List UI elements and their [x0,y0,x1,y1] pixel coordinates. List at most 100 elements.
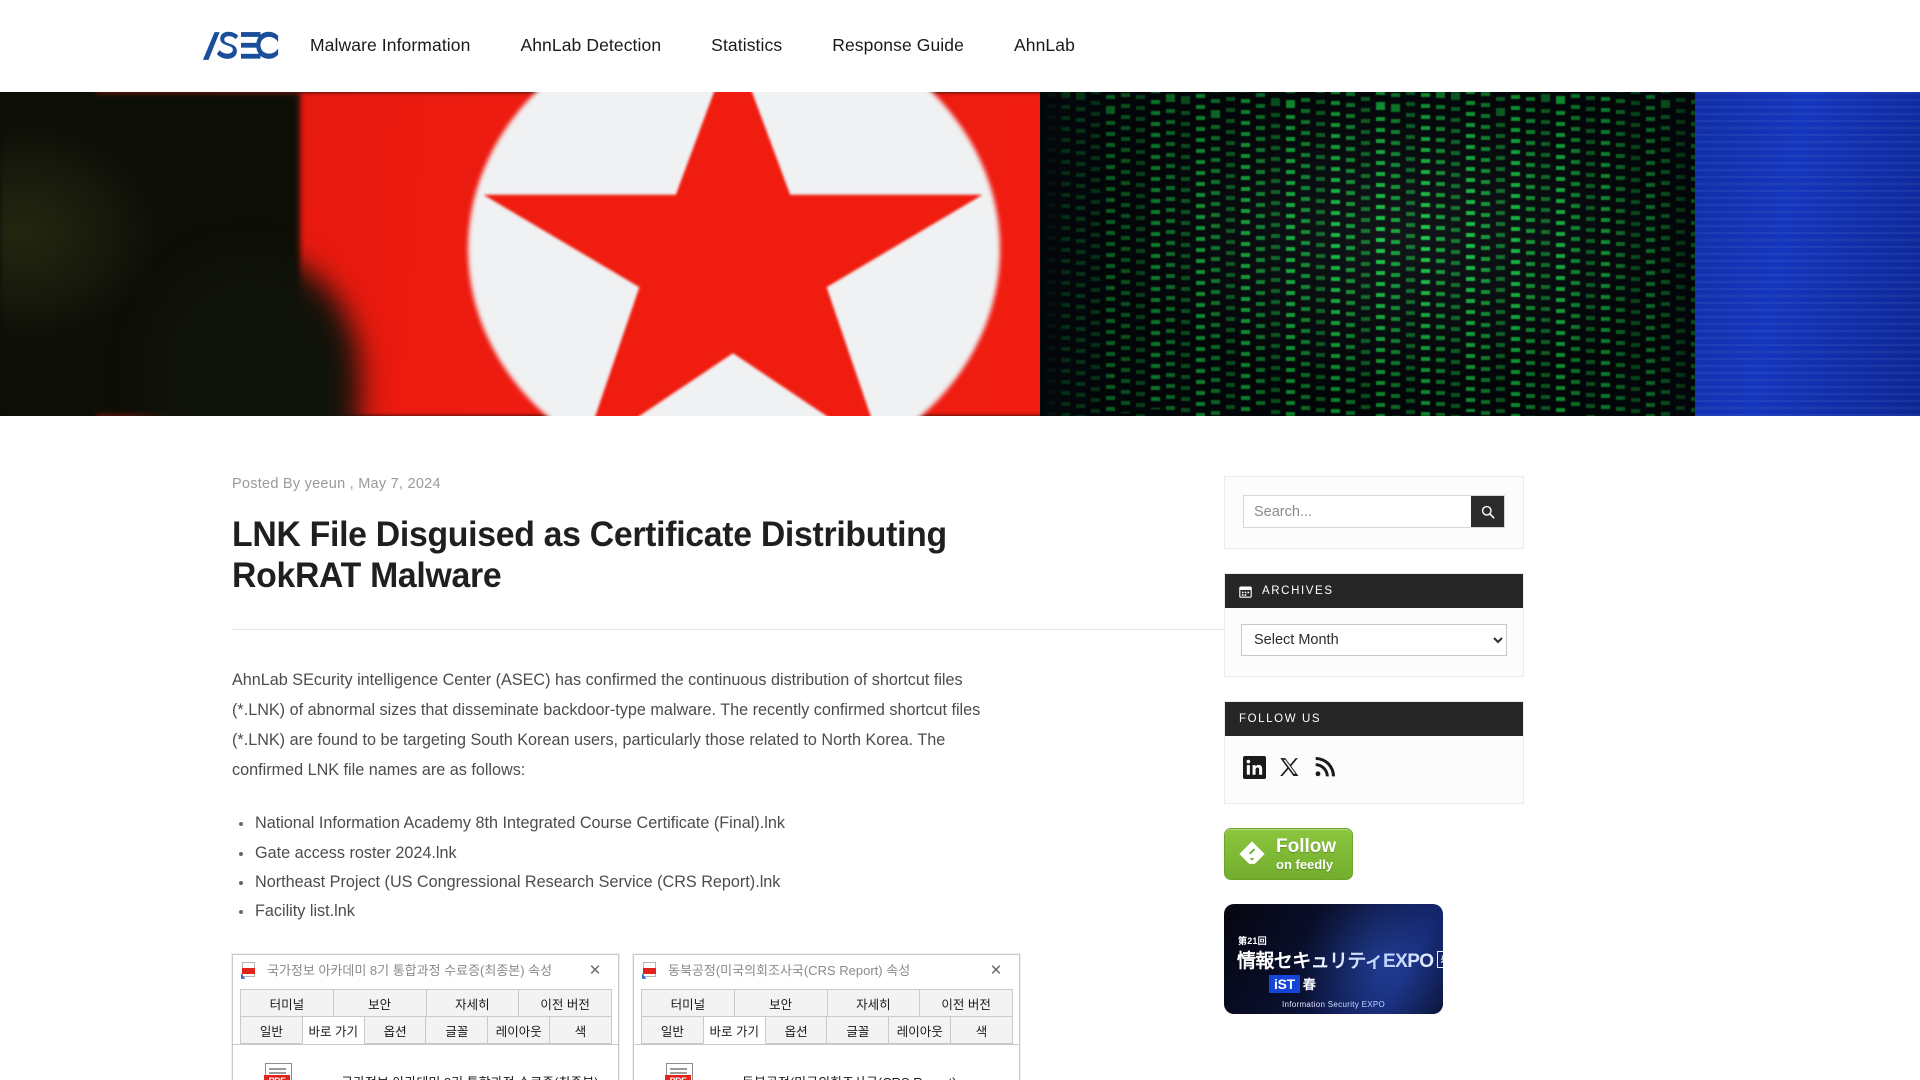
tab-font[interactable]: 글꼴 [826,1015,890,1044]
matrix-shade [1040,92,1700,416]
dialog-titlebar: 국가정보 아카데미 8기 통합과정 수료증(최종본) 속성 ✕ [233,954,618,986]
title-divider [232,628,1312,630]
tab-shortcut[interactable]: 바로 가기 [702,1015,766,1044]
post-meta: Posted By yeeun , May 7, 2024 [232,476,1020,492]
nav-item-malware-information[interactable]: Malware Information [310,27,470,65]
archives-body: Select Month [1225,608,1523,676]
ad-title-row: 情報セキュリティEXPO 春 [1237,946,1443,973]
tab-colors[interactable]: 색 [549,1015,612,1044]
dialog-title: 국가정보 아카데미 8기 통합과정 수료증(최종본) 속성 [267,963,553,979]
tab-security[interactable]: 보안 [332,988,427,1016]
archives-heading: ARCHIVES [1225,574,1523,608]
main-navigation: Malware Information AhnLab Detection Sta… [310,27,1075,65]
tab-previous-versions[interactable]: 이전 버전 [518,988,612,1016]
social-links [1241,752,1507,783]
ad-title: 情報セキュリティEXPO [1237,951,1434,972]
properties-dialog-1: 국가정보 아카데미 8기 통합과정 수료증(최종본) 속성 ✕ 터미널 보안 자… [232,953,619,1080]
page-body: Posted By yeeun , May 7, 2024 LNK File D… [0,416,1920,1080]
calendar-icon [1239,585,1252,598]
nav-item-ahnlab[interactable]: AhnLab [1014,27,1075,65]
dialog-file-name: 국가정보 아카데미 8기 통합과정 수료증(최종본) [341,1072,599,1080]
x-twitter-icon[interactable] [1278,756,1301,779]
list-item: Northeast Project (US Congressional Rese… [239,870,1020,895]
archives-widget: ARCHIVES Select Month [1224,573,1524,677]
lnk-file-list: National Information Academy 8th Integra… [232,811,1020,923]
tab-layout[interactable]: 레이아웃 [487,1015,551,1044]
feedly-line-1: Follow [1276,836,1337,857]
search-icon [1481,505,1495,519]
dialog-file-name: 동북공정(미국의회조사국(CRS Report) [742,1072,957,1080]
rss-icon[interactable] [1313,756,1336,779]
article-content: Posted By yeeun , May 7, 2024 LNK File D… [0,416,1312,1080]
ad-footnote: Information Security EXPO [1281,1000,1386,1009]
feedly-widget: Follow on feedly [1224,828,1524,880]
pdf-shortcut-icon [642,961,659,979]
search-button[interactable] [1471,496,1504,527]
dialog-titlebar: 동북공정(미국의회조사국(CRS Report) 속성 ✕ [634,954,1019,986]
tab-previous-versions[interactable]: 이전 버전 [919,988,1013,1016]
dialog-tabs-row-bottom: 일반 바로 가기 옵션 글꼴 레이아웃 색 [233,1015,618,1045]
post-paragraph-1: AhnLab SEcurity intelligence Center (ASE… [232,670,981,779]
pdf-file-icon: PDF [263,1062,297,1080]
tab-details[interactable]: 자세히 [826,988,921,1016]
tab-general[interactable]: 일반 [641,1015,704,1044]
nav-item-ahnlab-detection[interactable]: AhnLab Detection [520,27,661,65]
dialog-file-header: PDF 동북공정(미국의회조사국(CRS Report) [652,1061,1001,1080]
pdf-shortcut-icon [241,961,258,979]
dialog-body: PDF 국가정보 아카데미 8기 통합과정 수료증(최종본) 대상 형식: 응용… [233,1044,618,1080]
follow-us-heading-label: FOLLOW US [1239,713,1322,725]
follow-us-body [1225,736,1523,803]
follow-on-feedly-button[interactable]: Follow on feedly [1224,828,1354,880]
matrix-code-screen [1040,92,1700,416]
archives-month-select[interactable]: Select Month [1241,624,1507,656]
ad-ist-badge: iST [1269,974,1300,993]
tab-shortcut[interactable]: 바로 가기 [301,1015,365,1044]
tab-terminal[interactable]: 터미널 [240,988,334,1016]
feedly-label: Follow on feedly [1276,837,1336,871]
flag-red-star [473,92,993,416]
follow-us-heading: FOLLOW US [1225,702,1523,736]
sidebar: ARCHIVES Select Month FOLLOW US [1224,416,1524,1080]
dialog-tabs-row-top: 터미널 보안 자세히 이전 버전 [233,985,618,1016]
site-header: Malware Information AhnLab Detection Sta… [0,0,1920,92]
search-input[interactable] [1244,496,1471,527]
tab-terminal[interactable]: 터미널 [641,988,735,1016]
dark-silhouette [0,92,300,416]
nav-item-statistics[interactable]: Statistics [711,27,782,65]
dialog-tabs-row-top: 터미널 보안 자세히 이전 버전 [634,985,1019,1016]
search-widget [1224,476,1524,549]
tab-security[interactable]: 보안 [733,988,828,1016]
close-icon[interactable]: ✕ [975,956,1017,984]
page-title: LNK File Disguised as Certificate Distri… [232,515,947,596]
asec-logo[interactable] [202,28,280,64]
nav-item-response-guide[interactable]: Response Guide [832,27,964,65]
archives-heading-label: ARCHIVES [1262,585,1334,597]
feedly-line-2: on feedly [1276,857,1334,872]
properties-dialog-2: 동북공정(미국의회조사국(CRS Report) 속성 ✕ 터미널 보안 자세히… [633,953,1020,1080]
blue-screen-panel [1695,92,1920,416]
list-item: National Information Academy 8th Integra… [239,811,1020,836]
ad-widget: 第21回 情報セキュリティEXPO 春 iST 春 Information Se… [1224,904,1524,1014]
post-meta-text: Posted By yeeun , May 7, 2024 [232,476,441,492]
tab-colors[interactable]: 색 [950,1015,1013,1044]
close-icon[interactable]: ✕ [574,956,616,984]
follow-us-widget: FOLLOW US [1224,701,1524,804]
ad-kanji-badge: 春 [1437,951,1443,968]
feedly-icon [1239,841,1265,864]
dialog-tabs-row-bottom: 일반 바로 가기 옵션 글꼴 레이아웃 색 [634,1015,1019,1045]
tab-font[interactable]: 글꼴 [425,1015,489,1044]
tab-options[interactable]: 옵션 [764,1015,828,1044]
tab-details[interactable]: 자세히 [425,988,520,1016]
hero-artwork [0,92,1920,416]
tab-general[interactable]: 일반 [240,1015,303,1044]
dialog-file-header: PDF 국가정보 아카데미 8기 통합과정 수료증(최종본) [251,1061,600,1080]
properties-dialog-figure: 국가정보 아카데미 8기 통합과정 수료증(최종본) 속성 ✕ 터미널 보안 자… [232,953,1020,1080]
ad-badge-row: iST 春 [1269,974,1316,993]
security-expo-ad-banner[interactable]: 第21回 情報セキュリティEXPO 春 iST 春 Information Se… [1224,904,1443,1014]
dialog-title: 동북공정(미국의회조사국(CRS Report) 속성 [668,963,911,979]
linkedin-icon[interactable] [1243,756,1266,779]
list-item: Facility list.lnk [239,899,1020,924]
hero-banner-image [0,92,1920,416]
tab-layout[interactable]: 레이아웃 [888,1015,952,1044]
tab-options[interactable]: 옵션 [363,1015,427,1044]
